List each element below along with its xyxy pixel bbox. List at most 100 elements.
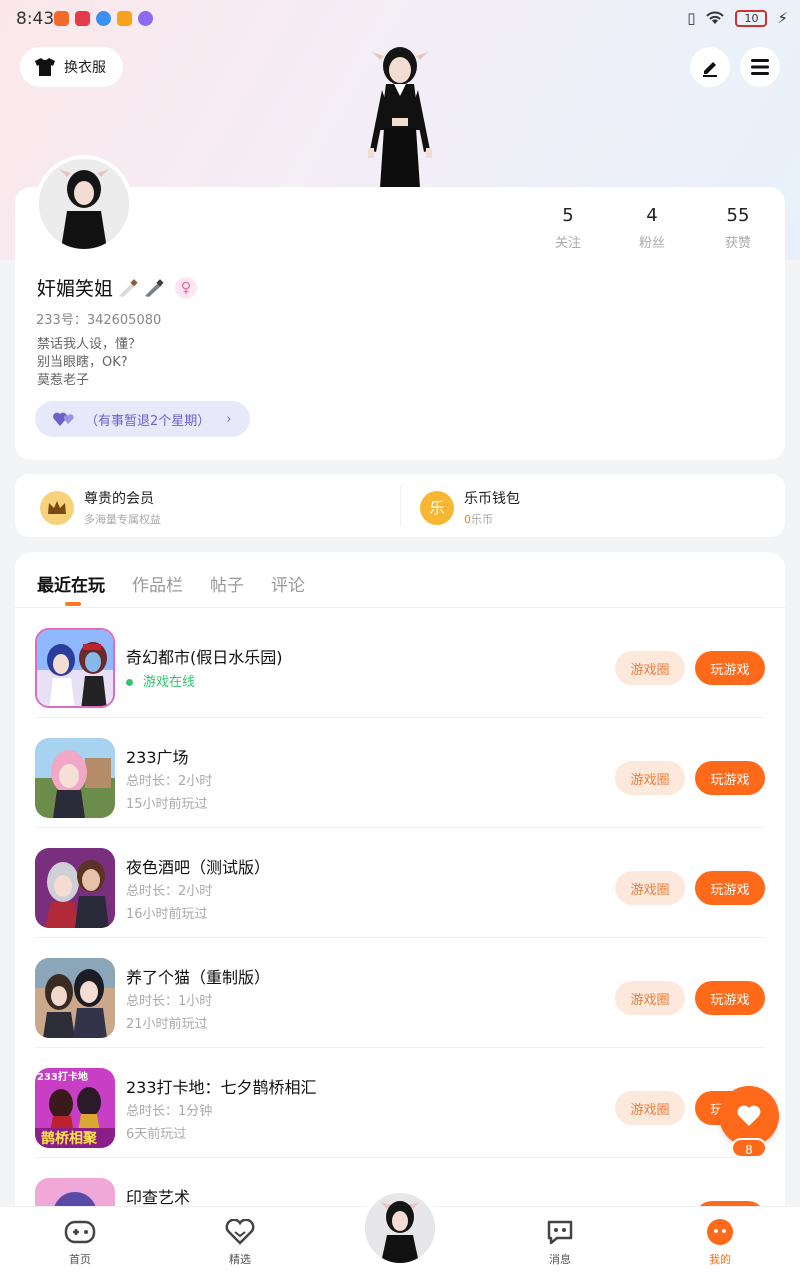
tab-comments[interactable]: 评论 <box>271 571 305 596</box>
game-duration: 总时长：1小时 <box>126 994 213 1009</box>
nav-home[interactable]: 首页 <box>50 1217 110 1267</box>
status-app-icons <box>54 11 153 26</box>
game-thumbnail <box>35 628 115 708</box>
nav-label: 精选 <box>229 1253 251 1266</box>
member-entry[interactable]: 尊贵的会员 多海量专属权益 <box>40 488 161 527</box>
knife-emoji-icon <box>145 278 164 297</box>
edit-button[interactable] <box>690 47 730 87</box>
nav-avatar-button[interactable] <box>360 1188 440 1268</box>
stat-label: 粉丝 <box>638 236 665 251</box>
game-online-status: 游戏在线 <box>126 671 195 690</box>
stat-following[interactable]: 5 关注 <box>538 205 598 251</box>
profile-face-icon <box>703 1217 737 1247</box>
female-gender-icon: ♀ <box>175 276 198 299</box>
stat-value: 5 <box>562 205 574 226</box>
vip-card: 尊贵的会员 多海量专属权益 乐 乐币钱包 0乐币 <box>15 474 785 537</box>
stat-value: 55 <box>726 205 750 226</box>
status-text: （有事暂退2个星期） <box>85 413 211 429</box>
game-row[interactable]: 233广场 总时长：2小时 15小时前玩过 游戏圈 玩游戏 <box>35 718 765 828</box>
thumbnail-banner: 鹊桥相聚 <box>41 1131 97 1147</box>
nav-messages[interactable]: 消息 <box>530 1217 590 1267</box>
charging-icon: ⚡ <box>777 9 788 27</box>
notification-app-icon <box>75 11 90 26</box>
notification-app-icon <box>54 11 69 26</box>
heart-outline-icon <box>223 1217 257 1247</box>
chevron-right-icon: › <box>226 411 232 427</box>
shirt-icon <box>35 58 55 76</box>
hearts-icon <box>53 412 74 426</box>
change-outfit-button[interactable]: 换衣服 <box>20 47 123 87</box>
vibrate-icon: ▯ <box>687 9 696 27</box>
notification-app-icon <box>96 11 111 26</box>
profile-nickname-row: 奸媚笑姐 ♀ <box>37 274 198 301</box>
gamepad-icon <box>63 1217 97 1247</box>
user-id[interactable]: 233号：342605080 <box>36 309 161 328</box>
game-thumbnail <box>35 738 115 818</box>
status-pill[interactable]: （有事暂退2个星期） › <box>35 401 250 437</box>
nav-avatar-image <box>365 1193 435 1263</box>
avatar-portrait <box>39 159 129 249</box>
game-circle-button[interactable]: 游戏圈 <box>615 981 685 1015</box>
like-count-badge: 8 <box>731 1138 767 1158</box>
notification-app-icon <box>117 11 132 26</box>
tab-posts[interactable]: 帖子 <box>210 571 244 596</box>
nav-label: 消息 <box>549 1253 571 1266</box>
game-circle-button[interactable]: 游戏圈 <box>615 651 685 685</box>
wallet-balance: 0乐币 <box>464 511 520 527</box>
thumbnail-tag: 233打卡地 <box>37 1072 88 1083</box>
play-game-button[interactable]: 玩游戏 <box>695 981 765 1015</box>
game-row[interactable]: 养了个猫（重制版） 总时长：1小时 21小时前玩过 游戏圈 玩游戏 <box>35 938 765 1048</box>
stat-followers[interactable]: 4 粉丝 <box>622 205 682 251</box>
game-last-played: 15小时前玩过 <box>126 797 208 812</box>
game-last-played: 6天前玩过 <box>126 1127 187 1142</box>
notification-app-icon <box>138 11 153 26</box>
game-row[interactable]: 233打卡地 鹊桥相聚 233打卡地：七夕鹊桥相汇 总时长：1分钟 6天前玩过 … <box>35 1048 765 1158</box>
stat-value: 4 <box>646 205 658 226</box>
tab-indicator <box>65 602 81 606</box>
game-name: 印查艺术 <box>126 1188 191 1207</box>
floating-like-button[interactable] <box>719 1086 779 1146</box>
tab-recent[interactable]: 最近在玩 <box>37 571 105 596</box>
game-name: 233广场 <box>126 748 189 767</box>
profile-avatar[interactable] <box>35 155 133 253</box>
avatar-character-image[interactable] <box>350 40 450 188</box>
game-circle-button[interactable]: 游戏圈 <box>615 1091 685 1125</box>
nav-mine[interactable]: 我的 <box>690 1217 750 1267</box>
play-game-button[interactable]: 玩游戏 <box>695 761 765 795</box>
member-title: 尊贵的会员 <box>84 491 154 507</box>
bio-line: 别当眼瞎，OK? <box>37 355 128 370</box>
menu-button[interactable] <box>740 47 780 87</box>
play-game-button[interactable]: 玩游戏 <box>695 651 765 685</box>
wallet-amount: 0 <box>464 513 471 526</box>
game-last-played: 16小时前玩过 <box>126 907 208 922</box>
coin-icon: 乐 <box>420 490 454 525</box>
game-duration: 总时长：2小时 <box>126 884 213 899</box>
wallet-entry[interactable]: 乐 乐币钱包 0乐币 <box>420 488 520 527</box>
game-name: 奇幻都市(假日水乐园) <box>126 648 283 667</box>
game-thumbnail <box>35 958 115 1038</box>
menu-icon <box>751 59 769 75</box>
nickname: 奸媚笑姐 <box>37 278 114 300</box>
content-tabs: 最近在玩 作品栏 帖子 评论 <box>37 571 305 596</box>
nav-featured[interactable]: 精选 <box>210 1217 270 1267</box>
status-time: 8:43 <box>16 9 55 29</box>
wallet-unit: 乐币 <box>471 513 493 526</box>
tab-works[interactable]: 作品栏 <box>132 571 183 596</box>
battery-icon: 10 <box>735 9 768 27</box>
online-label: 游戏在线 <box>143 675 196 690</box>
stat-label: 关注 <box>554 236 581 251</box>
status-bar: 8:43 ▯ 10 ⚡ <box>0 0 800 40</box>
game-name: 养了个猫（重制版） <box>126 968 271 987</box>
play-game-button[interactable]: 玩游戏 <box>695 871 765 905</box>
game-row[interactable]: 奇幻都市(假日水乐园) 游戏在线 游戏圈 玩游戏 <box>35 608 765 718</box>
game-circle-button[interactable]: 游戏圈 <box>615 871 685 905</box>
chat-icon <box>543 1217 577 1247</box>
stat-likes[interactable]: 55 获赞 <box>708 205 768 251</box>
game-circle-button[interactable]: 游戏圈 <box>615 761 685 795</box>
game-thumbnail: 233打卡地 鹊桥相聚 <box>35 1068 115 1148</box>
nav-label: 首页 <box>69 1253 91 1266</box>
game-row[interactable]: 夜色酒吧（测试版） 总时长：2小时 16小时前玩过 游戏圈 玩游戏 <box>35 828 765 938</box>
online-dot-icon <box>126 679 133 686</box>
wifi-icon <box>706 11 725 24</box>
crown-icon <box>40 490 74 525</box>
